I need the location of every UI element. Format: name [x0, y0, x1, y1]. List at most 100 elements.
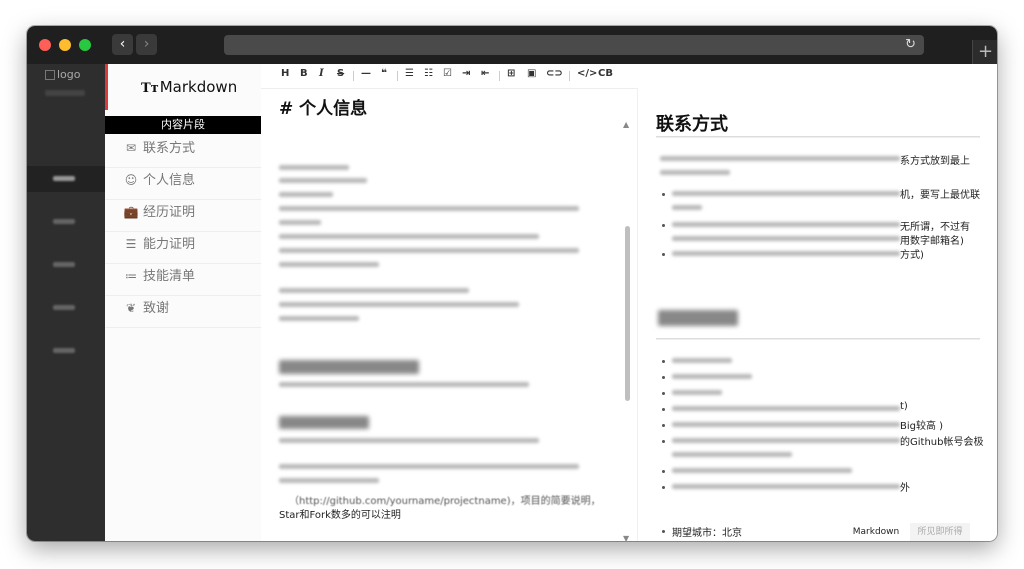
blurred-text: [279, 464, 579, 469]
code-block-button[interactable]: CB: [598, 68, 613, 79]
title-bar: ‹ › ↻ +: [27, 26, 997, 64]
ordered-list-button[interactable]: ☷: [424, 68, 433, 79]
list-bullet: [662, 392, 665, 395]
briefcase-icon: 💼: [123, 205, 139, 219]
zoom-window-button[interactable]: [79, 39, 91, 51]
rail-item[interactable]: [27, 295, 105, 321]
ability-icon: ☰: [125, 237, 137, 251]
list-bullet: [662, 376, 665, 379]
list-icon: ≔: [125, 269, 137, 283]
tab-markdown[interactable]: Markdown: [842, 523, 910, 541]
broken-image-icon: [45, 70, 55, 80]
snippet-contact[interactable]: ✉ 联系方式: [105, 136, 261, 168]
image-button[interactable]: ▣: [527, 68, 536, 79]
blurred-text: [672, 222, 900, 227]
editor-scrollbar-thumb[interactable]: [625, 226, 630, 401]
forward-button[interactable]: ›: [136, 34, 157, 55]
blurred-text: [672, 406, 900, 411]
preview-fragment: 机，要写上最优联: [900, 190, 980, 201]
blurred-text: [279, 478, 379, 483]
address-bar[interactable]: ↻: [224, 35, 924, 55]
heading-rule: [656, 338, 980, 340]
blurred-text: [672, 191, 900, 196]
blurred-text: [279, 206, 579, 211]
list-bullet: [662, 424, 665, 427]
code-button[interactable]: </>: [577, 68, 597, 79]
tab-wysiwyg[interactable]: 所见即所得: [910, 523, 970, 541]
italic-button[interactable]: I: [319, 68, 324, 79]
rail-item[interactable]: [27, 209, 105, 235]
preview-fragment: 方式): [900, 250, 924, 261]
nav-rail: logo: [27, 64, 105, 541]
blurred-text: [672, 452, 792, 457]
snippet-label: 个人信息: [143, 173, 196, 188]
horizontal-rule-button[interactable]: —: [361, 68, 371, 79]
snippet-experience[interactable]: 💼 经历证明: [105, 200, 261, 232]
preview-fragment: Big较高 ): [900, 421, 944, 432]
blurred-heading: [279, 416, 369, 429]
link-button[interactable]: ⊂⊃: [546, 68, 563, 79]
snippet-ability[interactable]: ☰ 能力证明: [105, 232, 261, 264]
snippets-header: 内容片段: [105, 116, 261, 134]
unordered-list-button[interactable]: ☰: [405, 68, 414, 79]
rail-item[interactable]: [27, 252, 105, 278]
table-button[interactable]: ⊞: [507, 68, 515, 79]
editor-link-line: （http://github.com/yourname/projectname)…: [289, 496, 601, 507]
rail-item-label: [53, 348, 75, 353]
rail-item[interactable]: [27, 166, 105, 192]
blurred-text: [279, 192, 333, 197]
blurred-text: [279, 248, 579, 253]
format-toolbar: H B I S — ❝ ☰ ☷ ☑ ⇥ ⇤ ⊞ ▣ ⊂⊃ </> CB: [261, 64, 997, 89]
minimize-window-button[interactable]: [59, 39, 71, 51]
rail-item-label: [53, 262, 75, 267]
blurred-text: [672, 438, 900, 443]
bold-button[interactable]: B: [300, 68, 308, 79]
logo-alt-text: logo: [57, 68, 81, 81]
toolbar-divider: [499, 71, 500, 81]
preview-fragment: 外: [900, 483, 910, 494]
markdown-editor[interactable]: H B I S — ❝ ☰ ☷ ☑ ⇥ ⇤ ⊞ ▣ ⊂⊃ </> CB # 个人…: [261, 64, 997, 541]
blurred-text: [672, 205, 702, 210]
snippet-label: 能力证明: [143, 237, 196, 252]
snippet-skills[interactable]: ≔ 技能清单: [105, 264, 261, 296]
list-bullet: [662, 530, 665, 533]
browser-window: ‹ › ↻ + logo TтMarkdown 内容片段 ✉ 联系方式 ☺ 个人信息…: [27, 26, 997, 541]
blurred-heading: [658, 310, 738, 326]
snippet-label: 致谢: [143, 301, 170, 316]
blurred-text: [672, 468, 852, 473]
blurred-text: [672, 251, 900, 256]
blurred-text: [279, 220, 321, 225]
scroll-up-arrow-icon[interactable]: ▲: [623, 120, 629, 129]
scroll-down-arrow-icon[interactable]: ▼: [623, 534, 629, 541]
preview-fragment: 无所谓，不过有: [900, 222, 970, 233]
outdent-button[interactable]: ⇤: [481, 68, 489, 79]
blurred-text: [279, 234, 539, 239]
quote-button[interactable]: ❝: [381, 68, 387, 79]
strikethrough-button[interactable]: S: [337, 68, 344, 79]
close-window-button[interactable]: [39, 39, 51, 51]
heading-rule: [656, 136, 980, 138]
new-tab-button[interactable]: +: [972, 40, 997, 64]
blurred-text: [672, 422, 900, 427]
envelope-icon: ✉: [125, 141, 137, 155]
rail-item[interactable]: [27, 338, 105, 364]
reload-icon[interactable]: ↻: [905, 35, 916, 55]
list-bullet: [662, 408, 665, 411]
heading-button[interactable]: H: [281, 68, 289, 79]
preview-heading: 联系方式: [656, 114, 728, 135]
preview-fragment: t): [900, 401, 908, 412]
blurred-text: [660, 156, 900, 161]
indent-button[interactable]: ⇥: [462, 68, 470, 79]
snippet-label: 技能清单: [143, 269, 196, 284]
blurred-text: [672, 390, 722, 395]
task-list-button[interactable]: ☑: [443, 68, 452, 79]
app-brand: TтMarkdown: [141, 78, 237, 96]
back-button[interactable]: ‹: [112, 34, 133, 55]
blurred-text: [672, 484, 900, 489]
list-bullet: [662, 253, 665, 256]
snippet-thanks[interactable]: ❦ 致谢: [105, 296, 261, 328]
snippet-label: 联系方式: [143, 141, 196, 156]
list-bullet: [662, 486, 665, 489]
snippet-sidebar: TтMarkdown 内容片段 ✉ 联系方式 ☺ 个人信息 💼 经历证明 ☰ 能力证明 …: [105, 64, 262, 541]
snippet-personal-info[interactable]: ☺ 个人信息: [105, 168, 261, 200]
